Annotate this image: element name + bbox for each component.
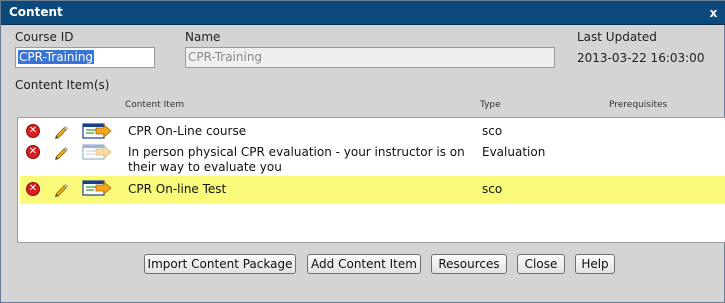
add-content-item-button[interactable]: Add Content Item [307,254,421,274]
dialog-title: Content [9,5,63,19]
content-item-list: ✕ CPR On-Line course sco ✕ In person phy… [17,117,725,243]
content-item-title-line-2: their way to evaluate you [128,160,282,174]
close-icon[interactable]: x [706,6,721,20]
column-header-content-item: Content Item [125,100,185,110]
help-button[interactable]: Help [575,254,615,274]
last-updated-label: Last Updated [577,30,657,44]
column-header-type: Type [480,100,501,110]
column-header-prerequisites: Prerequisites [609,100,668,110]
content-item-row[interactable]: ✕ In person physical CPR evaluation - yo… [20,141,725,175]
close-button[interactable]: Close [517,254,565,274]
launch-arrow-icon-disabled [82,144,112,160]
content-item-type: sco [482,182,503,196]
content-item-title: CPR On-line Test [128,182,227,196]
content-dialog: Content x Course ID CPR-Training Name CP… [0,0,725,303]
content-item-title: CPR On-Line course [128,124,247,138]
content-item-type: Evaluation [482,145,546,159]
launch-arrow-icon[interactable] [82,123,112,139]
content-item-title-line-1: In person physical CPR evaluation - your… [128,145,465,159]
pencil-icon[interactable] [53,144,69,160]
last-updated-value: 2013-03-22 16:03:00 [577,51,705,65]
content-item-type: sco [482,124,503,138]
course-id-value: CPR-Training [18,50,95,64]
delete-icon[interactable]: ✕ [26,145,40,159]
delete-icon[interactable]: ✕ [26,182,40,196]
course-id-label: Course ID [15,30,74,44]
delete-icon[interactable]: ✕ [26,124,40,138]
title-bar[interactable]: Content x [1,1,725,25]
course-id-field[interactable]: CPR-Training [15,47,155,68]
content-item-row[interactable]: ✕ CPR On-Line course sco [20,121,725,141]
name-field: CPR-Training [185,47,555,68]
pencil-icon[interactable] [53,181,69,197]
content-item-row-selected[interactable]: ✕ CPR On-line Test sco [20,176,725,204]
resources-button[interactable]: Resources [431,254,507,274]
pencil-icon[interactable] [53,123,69,139]
content-items-label: Content Item(s) [15,78,110,92]
import-content-package-button[interactable]: Import Content Package [144,254,296,274]
name-label: Name [185,30,221,44]
launch-arrow-icon[interactable] [82,180,112,196]
